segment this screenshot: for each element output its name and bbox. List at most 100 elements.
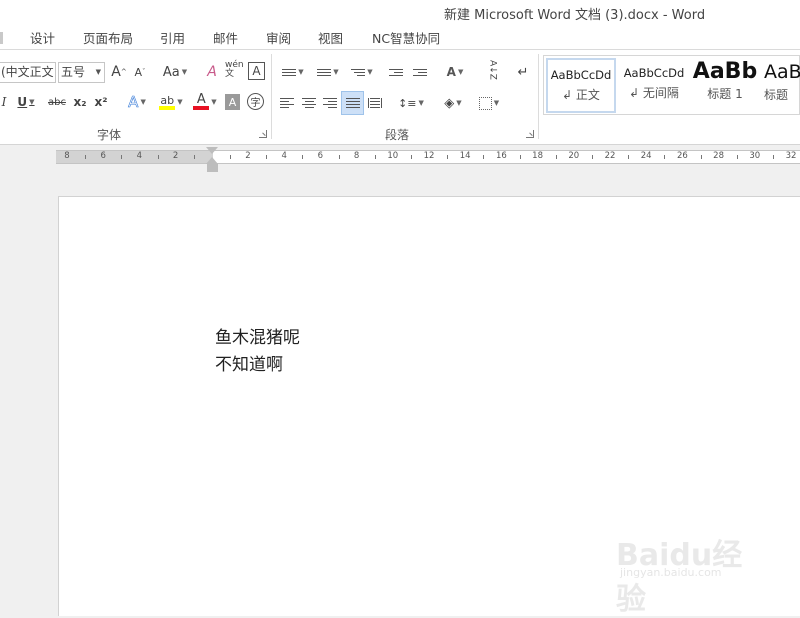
eraser-icon: A — [207, 64, 217, 80]
asian-layout-button[interactable]: A ▼ — [440, 62, 470, 82]
ruler-tick — [555, 155, 557, 159]
font-size-combo[interactable]: 五号 ▼ — [58, 62, 105, 83]
ruler-number: 14 — [459, 151, 471, 161]
borders-icon — [478, 96, 492, 110]
ruler-number: 8 — [353, 151, 360, 161]
ruler-tick — [121, 155, 123, 159]
multilevel-list-button[interactable]: ▼ — [348, 62, 376, 82]
ruler-tick — [736, 155, 738, 159]
ruler-tick — [447, 155, 449, 159]
multilevel-list-icon — [351, 68, 366, 76]
bullets-button[interactable]: ▼ — [278, 62, 308, 82]
ruler-area: 8 6 4 2 2 4 6 8 10 12 14 16 18 20 22 24 26 28 30 32 — [0, 145, 800, 172]
paragraph-dialog-launcher-icon[interactable] — [526, 130, 534, 138]
style-name: ↲ 正文 — [548, 86, 614, 103]
phonetic-guide-button[interactable]: wén文 — [225, 60, 245, 80]
style-title[interactable]: AaB 标题 — [764, 58, 800, 113]
font-dialog-launcher-icon[interactable] — [259, 130, 267, 138]
tab-design[interactable]: 设计 — [30, 28, 55, 47]
paragraph-mark-icon: ↲ — [562, 88, 576, 102]
line-spacing-button[interactable]: ↕≡ ▼ — [396, 93, 426, 113]
justify-button[interactable] — [341, 91, 364, 115]
strikethrough-button[interactable]: abc — [46, 92, 68, 112]
superscript-icon: x² — [94, 95, 108, 109]
style-sample: AaB — [764, 61, 800, 83]
grow-font-icon: A — [111, 64, 121, 80]
decrease-indent-button[interactable] — [386, 62, 406, 82]
italic-icon: I — [1, 95, 7, 109]
ruler-tick — [483, 155, 485, 159]
highlight-color-button[interactable]: ab ▼ — [155, 92, 187, 112]
tab-page-layout[interactable]: 页面布局 — [83, 28, 133, 47]
hanging-indent-marker[interactable] — [206, 157, 218, 164]
group-divider — [271, 54, 272, 139]
font-color-button[interactable]: A ▼ — [190, 92, 220, 112]
ruler-tick — [519, 155, 521, 159]
first-line-indent-marker[interactable] — [206, 147, 218, 154]
style-normal[interactable]: AaBbCcDd ↲ 正文 — [546, 58, 616, 113]
ruler-number: 30 — [749, 151, 761, 161]
document-line[interactable]: 不知道啊 — [215, 350, 283, 375]
document-line[interactable]: 鱼木混猪呢 — [215, 323, 300, 348]
ruler-tick — [664, 155, 666, 159]
style-no-spacing[interactable]: AaBbCcDd ↲ 无间隔 — [618, 58, 690, 113]
ruler-number: 28 — [713, 151, 725, 161]
style-name-text: 标题 1 — [707, 87, 743, 101]
paragraph-mark-icon: ↲ — [629, 86, 643, 100]
horizontal-ruler[interactable]: 8 6 4 2 2 4 6 8 10 12 14 16 18 20 22 24 26 28 30 32 — [56, 150, 800, 164]
shrink-font-button[interactable]: Aˇ — [132, 62, 148, 82]
font-name-combo[interactable]: (中文正文 — [0, 62, 56, 83]
highlight-swatch — [159, 105, 176, 110]
tab-mailings[interactable]: 邮件 — [213, 28, 238, 47]
align-center-icon — [302, 98, 316, 108]
enclose-characters-button[interactable]: 字 — [247, 93, 264, 110]
align-center-button[interactable] — [300, 93, 318, 113]
underline-icon: U — [17, 95, 28, 109]
style-heading-1[interactable]: AaBb 标题 1 — [692, 58, 758, 113]
justify-icon — [345, 98, 360, 108]
superscript-button[interactable]: x² — [93, 92, 109, 112]
character-shading-button[interactable]: A — [225, 94, 240, 110]
change-case-button[interactable]: Aa ▼ — [160, 62, 190, 82]
tab-nc-collab[interactable]: NC智慧协同 — [372, 28, 440, 47]
numbering-button[interactable]: ▼ — [313, 62, 343, 82]
tab-view[interactable]: 视图 — [318, 28, 343, 47]
distributed-button[interactable] — [366, 93, 384, 113]
tab-review[interactable]: 审阅 — [266, 28, 291, 47]
character-border-button[interactable]: A — [248, 62, 265, 80]
left-indent-marker[interactable] — [207, 164, 218, 172]
style-sample: AaBbCcDd — [550, 68, 612, 82]
increase-indent-button[interactable] — [410, 62, 430, 82]
character-shading-icon: A — [228, 95, 237, 109]
italic-button[interactable]: I — [0, 92, 8, 112]
text-effects-button[interactable]: A ▼ — [122, 92, 152, 112]
borders-button[interactable]: ▼ — [474, 93, 504, 113]
window-title: 新建 Microsoft Word 文档 (3).docx - Word — [444, 8, 706, 23]
sort-button[interactable]: A↓Z — [482, 60, 502, 80]
tab-references[interactable]: 引用 — [160, 28, 185, 47]
character-border-icon: A — [252, 64, 261, 78]
paint-bucket-icon: ◈ — [444, 95, 455, 111]
clear-formatting-button[interactable]: A — [203, 62, 221, 82]
grow-font-button[interactable]: A ^ — [110, 62, 128, 82]
change-case-icon: Aa — [162, 64, 180, 80]
tab-overflow-edge — [0, 32, 3, 44]
ruler-tick — [628, 155, 630, 159]
ruler-tick — [591, 155, 593, 159]
ruler-number: 8 — [64, 151, 70, 161]
font-size-value: 五号 — [61, 65, 86, 79]
underline-button[interactable]: U ▼ — [14, 92, 38, 112]
phonetic-guide-icon: wén文 — [225, 60, 244, 79]
ruler-tick — [772, 155, 774, 159]
align-left-button[interactable] — [278, 93, 296, 113]
align-right-icon — [323, 98, 337, 108]
shading-button[interactable]: ◈ ▼ — [438, 93, 468, 113]
ruler-tick — [700, 155, 702, 159]
show-marks-button[interactable]: ↵ — [514, 62, 532, 82]
align-right-button[interactable] — [321, 93, 339, 113]
distributed-icon — [368, 98, 382, 108]
enclose-characters-icon: 字 — [250, 98, 261, 109]
ruler-number: 20 — [568, 151, 580, 161]
subscript-button[interactable]: x₂ — [72, 92, 88, 112]
asian-layout-icon: A — [446, 65, 456, 79]
